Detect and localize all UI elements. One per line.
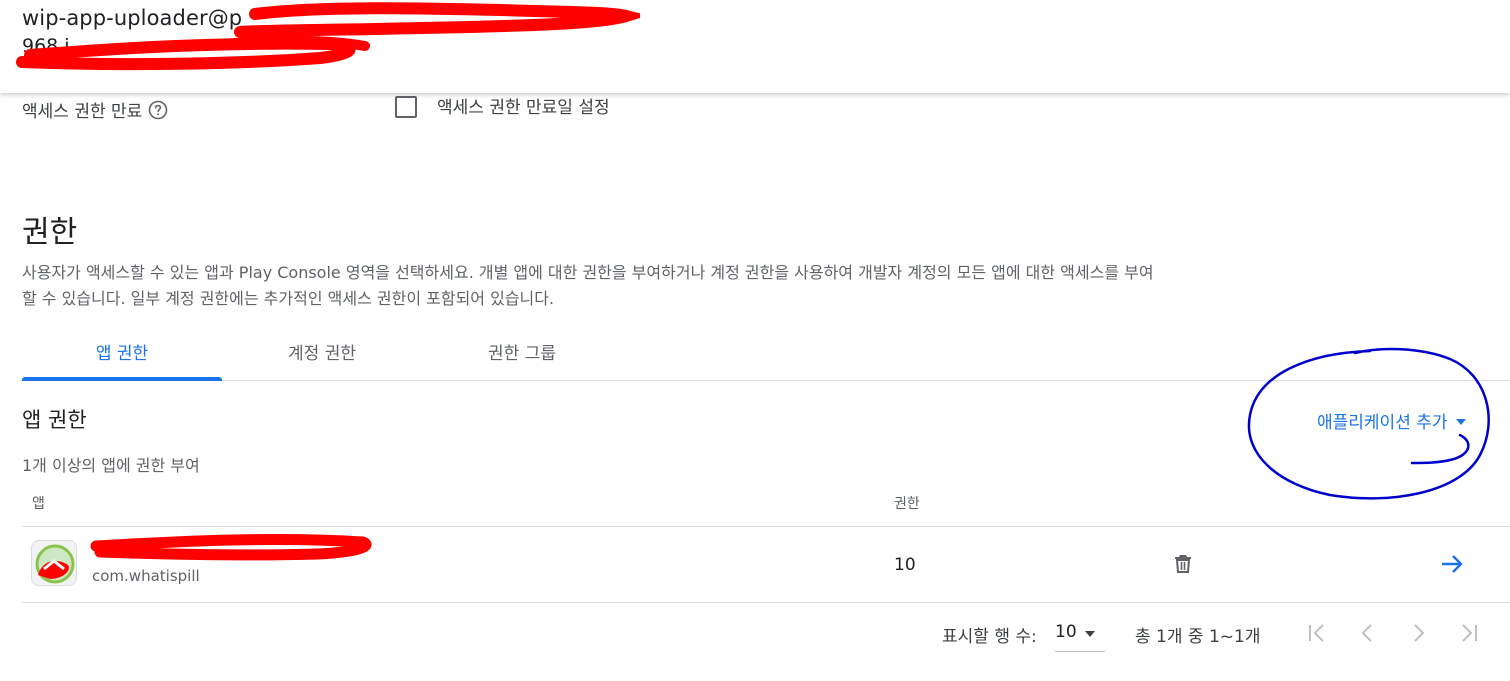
- permissions-title: 권한: [22, 215, 78, 250]
- app-icon: [31, 540, 77, 586]
- access-expiry-label-group: 액세스 권한 만료: [22, 97, 168, 122]
- access-expiry-checkbox[interactable]: [395, 96, 417, 118]
- rows-per-page-value: 10: [1055, 622, 1077, 642]
- app-package-name: com.whatispill: [92, 567, 200, 585]
- access-expiry-checkbox-label[interactable]: 액세스 권한 만료일 설정: [437, 93, 610, 118]
- account-header: wip-app-uploader@p 968 i: [0, 0, 1510, 93]
- arrow-right-icon[interactable]: [1439, 553, 1465, 575]
- trash-icon[interactable]: [1172, 552, 1194, 574]
- access-expiry-label: 액세스 권한 만료: [22, 102, 143, 122]
- pagination-range: 총 1개 중 1~1개: [1135, 627, 1261, 647]
- add-application-button[interactable]: 애플리케이션 추가: [1317, 408, 1466, 433]
- app-permissions-description: 1개 이상의 앱에 권한 부여: [22, 456, 200, 475]
- column-header-app[interactable]: 앱: [32, 493, 45, 513]
- permission-count: 10: [894, 555, 916, 575]
- table-divider: [22, 602, 1510, 603]
- permissions-description: 사용자가 액세스할 수 있는 앱과 Play Console 영역을 선택하세요…: [22, 263, 1154, 308]
- table-divider: [22, 526, 1510, 527]
- permissions-tabs: 앱 권한 계정 권한 권한 그룹: [22, 336, 1510, 381]
- rows-per-page-label: 표시할 행 수:: [942, 627, 1037, 647]
- rows-per-page-select[interactable]: 10: [1055, 618, 1105, 652]
- next-page-icon[interactable]: [1405, 620, 1431, 646]
- page: wip-app-uploader@p 968 i 액세스 권한 만료 액세스 권…: [0, 0, 1510, 681]
- redaction-scribble: [90, 533, 372, 561]
- tab-permission-groups[interactable]: 권한 그룹: [422, 336, 622, 380]
- tab-app-permissions[interactable]: 앱 권한: [22, 336, 222, 381]
- add-application-label: 애플리케이션 추가: [1317, 413, 1448, 433]
- chevron-down-icon: [1084, 631, 1095, 637]
- account-email: wip-app-uploader@p: [22, 6, 243, 30]
- column-header-permissions[interactable]: 권한: [894, 493, 920, 513]
- account-subtitle: 968 i: [22, 35, 70, 57]
- last-page-icon[interactable]: [1455, 620, 1481, 646]
- previous-page-icon[interactable]: [1355, 620, 1381, 646]
- tab-account-permissions[interactable]: 계정 권한: [222, 336, 422, 380]
- help-circle-icon[interactable]: [148, 100, 168, 120]
- first-page-icon[interactable]: [1305, 620, 1331, 646]
- app-permissions-title: 앱 권한: [22, 408, 87, 432]
- chevron-down-icon: [1455, 419, 1466, 425]
